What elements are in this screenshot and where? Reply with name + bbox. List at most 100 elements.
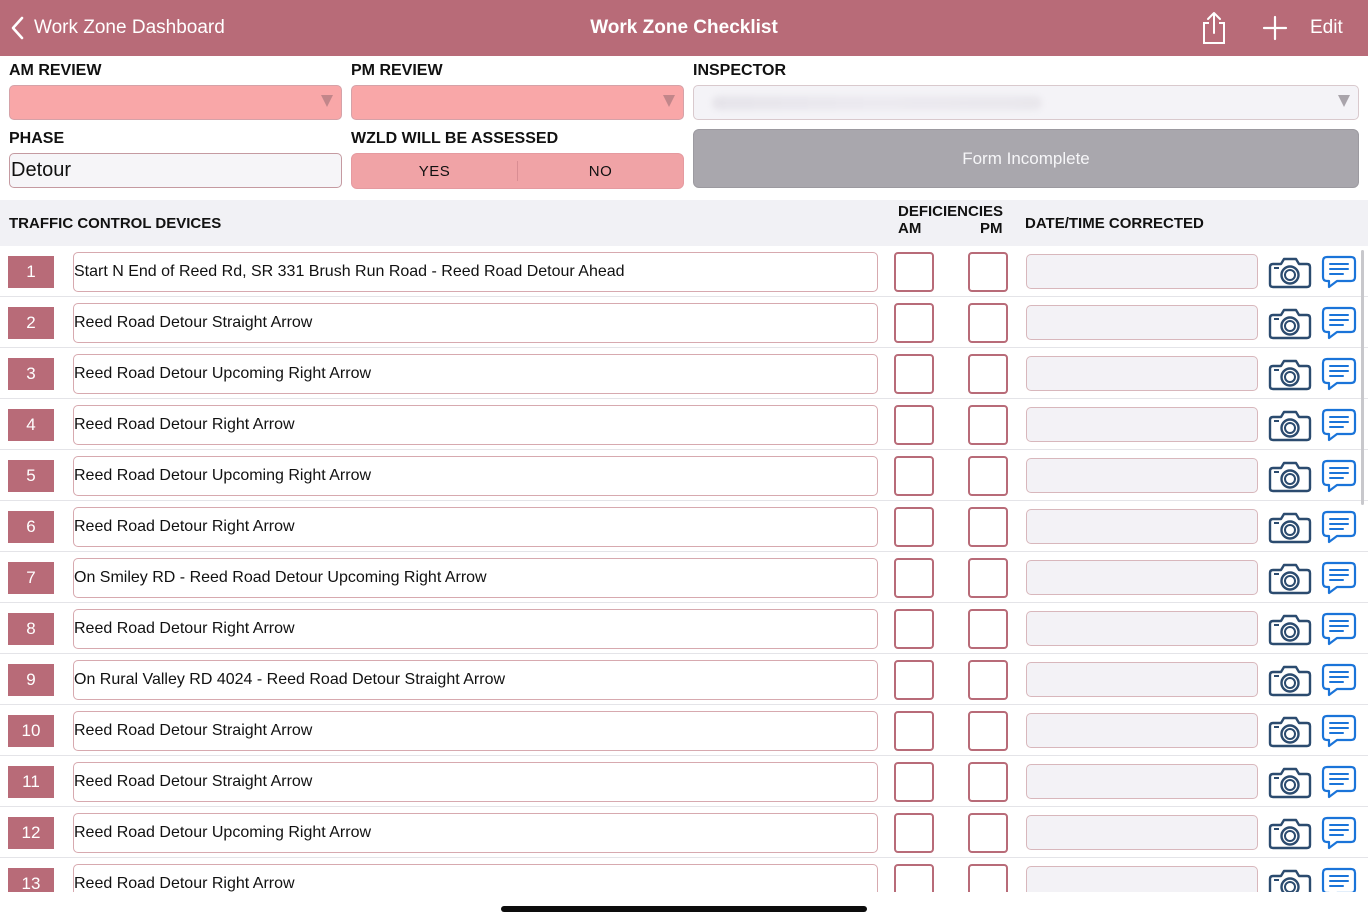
date-corrected-field[interactable]: [1026, 611, 1258, 646]
am-deficiency-checkbox[interactable]: [894, 762, 934, 802]
pm-review-select[interactable]: [351, 85, 684, 120]
am-deficiency-checkbox[interactable]: [894, 609, 934, 649]
comment-icon[interactable]: [1321, 254, 1357, 290]
share-icon[interactable]: [1198, 10, 1230, 46]
comment-icon[interactable]: [1321, 815, 1357, 851]
am-deficiency-checkbox[interactable]: [894, 660, 934, 700]
scrollbar[interactable]: [1361, 250, 1364, 505]
date-corrected-field[interactable]: [1026, 713, 1258, 748]
camera-icon[interactable]: [1268, 765, 1312, 799]
date-corrected-field[interactable]: [1026, 662, 1258, 697]
device-description-field[interactable]: Start N End of Reed Rd, SR 331 Brush Run…: [73, 252, 878, 292]
dropdown-arrow-icon: [663, 95, 675, 107]
date-corrected-field[interactable]: [1026, 458, 1258, 493]
comment-icon[interactable]: [1321, 866, 1357, 892]
date-corrected-field[interactable]: [1026, 407, 1258, 442]
am-deficiency-checkbox[interactable]: [894, 252, 934, 292]
pm-deficiency-checkbox[interactable]: [968, 609, 1008, 649]
am-deficiency-checkbox[interactable]: [894, 813, 934, 853]
comment-icon[interactable]: [1321, 509, 1357, 545]
nav-bar: Work Zone Dashboard Work Zone Checklist …: [0, 0, 1368, 56]
edit-button[interactable]: Edit: [1310, 0, 1343, 56]
comment-icon[interactable]: [1321, 713, 1357, 749]
comment-icon[interactable]: [1321, 611, 1357, 647]
device-description-field[interactable]: Reed Road Detour Right Arrow: [73, 864, 878, 892]
pm-deficiency-checkbox[interactable]: [968, 711, 1008, 751]
date-corrected-field[interactable]: [1026, 815, 1258, 850]
camera-icon[interactable]: [1268, 663, 1312, 697]
home-indicator[interactable]: [501, 906, 867, 912]
date-corrected-field[interactable]: [1026, 254, 1258, 289]
pm-deficiency-checkbox[interactable]: [968, 864, 1008, 892]
form-status-button[interactable]: Form Incomplete: [693, 129, 1359, 188]
device-description-field[interactable]: Reed Road Detour Right Arrow: [73, 507, 878, 547]
device-description-field[interactable]: On Smiley RD - Reed Road Detour Upcoming…: [73, 558, 878, 598]
camera-icon[interactable]: [1268, 714, 1312, 748]
am-deficiency-checkbox[interactable]: [894, 456, 934, 496]
pm-deficiency-checkbox[interactable]: [968, 660, 1008, 700]
am-review-select[interactable]: [9, 85, 342, 120]
date-corrected-field[interactable]: [1026, 764, 1258, 799]
phase-label: PHASE: [9, 130, 65, 147]
am-deficiency-checkbox[interactable]: [894, 303, 934, 343]
pm-deficiency-checkbox[interactable]: [968, 252, 1008, 292]
comment-icon[interactable]: [1321, 305, 1357, 341]
pm-deficiency-checkbox[interactable]: [968, 456, 1008, 496]
am-deficiency-checkbox[interactable]: [894, 558, 934, 598]
am-deficiency-checkbox[interactable]: [894, 711, 934, 751]
back-button[interactable]: Work Zone Dashboard: [10, 0, 225, 56]
camera-icon[interactable]: [1268, 306, 1312, 340]
pm-deficiency-checkbox[interactable]: [968, 507, 1008, 547]
device-description-field[interactable]: Reed Road Detour Straight Arrow: [73, 303, 878, 343]
am-deficiency-checkbox[interactable]: [894, 354, 934, 394]
am-deficiency-checkbox[interactable]: [894, 405, 934, 445]
device-description-field[interactable]: Reed Road Detour Straight Arrow: [73, 711, 878, 751]
am-deficiency-checkbox[interactable]: [894, 507, 934, 547]
deficiencies-header: DEFICIENCIES: [898, 203, 1004, 220]
table-row: 12 Reed Road Detour Upcoming Right Arrow: [0, 807, 1368, 858]
camera-icon[interactable]: [1268, 612, 1312, 646]
comment-icon[interactable]: [1321, 560, 1357, 596]
pm-deficiency-checkbox[interactable]: [968, 303, 1008, 343]
camera-icon[interactable]: [1268, 561, 1312, 595]
pm-deficiency-checkbox[interactable]: [968, 762, 1008, 802]
camera-icon[interactable]: [1268, 510, 1312, 544]
date-corrected-field[interactable]: [1026, 356, 1258, 391]
wzld-label: WZLD WILL BE ASSESSED: [351, 130, 559, 147]
device-description-field[interactable]: On Rural Valley RD 4024 - Reed Road Deto…: [73, 660, 878, 700]
inspector-label: INSPECTOR: [693, 62, 787, 79]
device-description-field[interactable]: Reed Road Detour Right Arrow: [73, 405, 878, 445]
comment-icon[interactable]: [1321, 458, 1357, 494]
camera-icon[interactable]: [1268, 459, 1312, 493]
pm-deficiency-checkbox[interactable]: [968, 405, 1008, 445]
camera-icon[interactable]: [1268, 408, 1312, 442]
device-description-field[interactable]: Reed Road Detour Upcoming Right Arrow: [73, 354, 878, 394]
am-deficiency-checkbox[interactable]: [894, 864, 934, 892]
pm-deficiency-checkbox[interactable]: [968, 558, 1008, 598]
date-corrected-field[interactable]: [1026, 866, 1258, 892]
camera-icon[interactable]: [1268, 867, 1312, 892]
device-description-field[interactable]: Reed Road Detour Straight Arrow: [73, 762, 878, 802]
wzld-yes-segment[interactable]: YES: [352, 163, 517, 180]
pm-header: PM: [980, 220, 1003, 237]
camera-icon[interactable]: [1268, 357, 1312, 391]
plus-icon[interactable]: [1262, 14, 1288, 42]
device-description-field[interactable]: Reed Road Detour Upcoming Right Arrow: [73, 813, 878, 853]
date-corrected-field[interactable]: [1026, 509, 1258, 544]
camera-icon[interactable]: [1268, 816, 1312, 850]
device-description-field[interactable]: Reed Road Detour Right Arrow: [73, 609, 878, 649]
comment-icon[interactable]: [1321, 407, 1357, 443]
camera-icon[interactable]: [1268, 255, 1312, 289]
comment-icon[interactable]: [1321, 662, 1357, 698]
device-description-field[interactable]: Reed Road Detour Upcoming Right Arrow: [73, 456, 878, 496]
comment-icon[interactable]: [1321, 356, 1357, 392]
comment-icon[interactable]: [1321, 764, 1357, 800]
pm-deficiency-checkbox[interactable]: [968, 813, 1008, 853]
pm-deficiency-checkbox[interactable]: [968, 354, 1008, 394]
phase-input[interactable]: Detour: [9, 153, 342, 188]
inspector-select[interactable]: [693, 85, 1359, 120]
date-corrected-field[interactable]: [1026, 305, 1258, 340]
wzld-no-segment[interactable]: NO: [518, 163, 683, 180]
date-corrected-field[interactable]: [1026, 560, 1258, 595]
wzld-segmented-control: YES NO: [351, 153, 684, 189]
